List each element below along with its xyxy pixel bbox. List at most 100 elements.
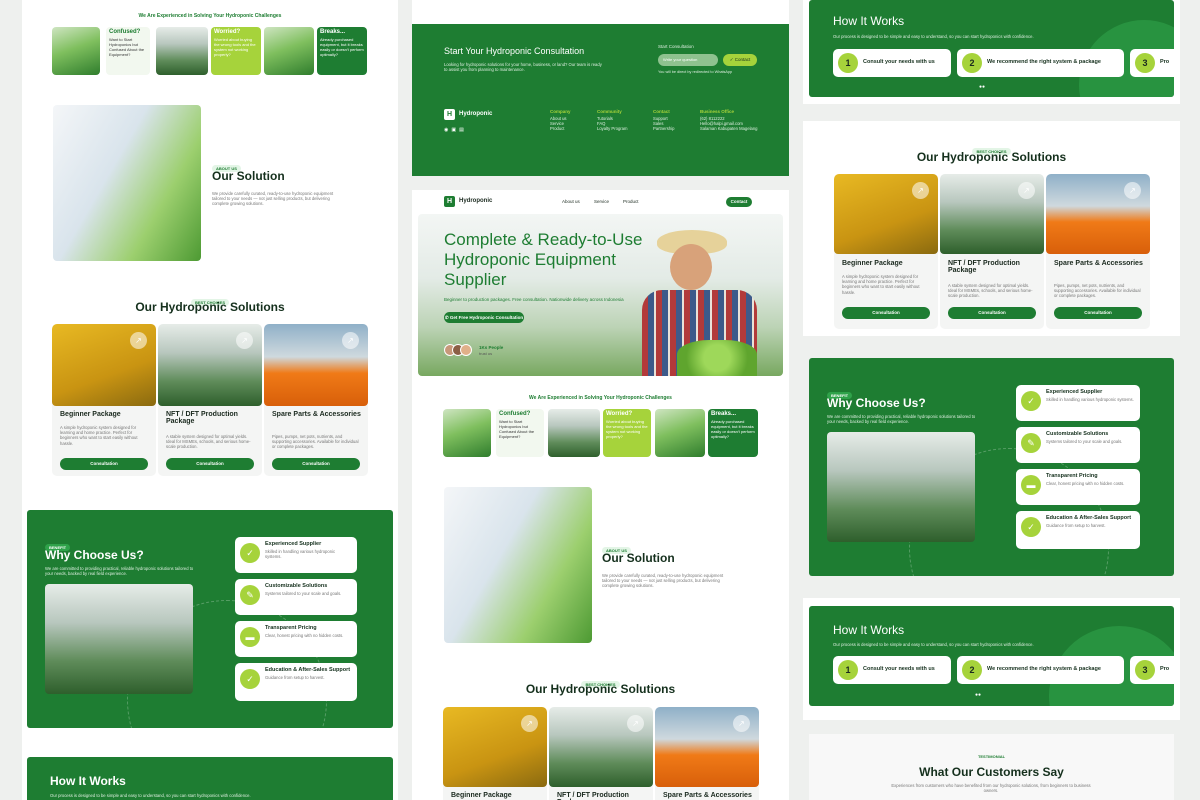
product-card-spare[interactable]: ↗ Spare Parts & Accessories Pipes, pumps… bbox=[264, 324, 368, 476]
arrow-icon[interactable]: ↗ bbox=[733, 715, 750, 732]
product-desc: A stable system designed for optimal yie… bbox=[948, 283, 1033, 299]
nav-contact-button[interactable]: Contact bbox=[726, 197, 752, 207]
logo-icon: H bbox=[444, 196, 455, 207]
question-input[interactable]: Write your question bbox=[658, 54, 718, 66]
farmer-face bbox=[670, 244, 712, 290]
products-title: Our Hydroponic Solutions bbox=[525, 682, 676, 696]
hero-subtitle: Beginner to production packages. Free co… bbox=[444, 297, 624, 302]
product-name: Beginner Package bbox=[842, 260, 903, 267]
plants-photo bbox=[52, 27, 100, 75]
product-desc: A simple hydroponic system designed for … bbox=[842, 274, 920, 295]
step-3: 3 Pro bbox=[1130, 656, 1174, 684]
breaks-card: Breaks... Already purchased equipment, b… bbox=[317, 27, 367, 75]
page-preview-right: How It Works Our process is designed to … bbox=[803, 0, 1180, 800]
product-name: Spare Parts & Accessories bbox=[1054, 260, 1143, 267]
contact-submit-button[interactable]: ✓ Contact bbox=[723, 54, 757, 66]
product-name: NFT / DFT Production Package bbox=[948, 260, 1020, 274]
nav-brand[interactable]: Hydroponic bbox=[459, 198, 492, 204]
challenges-heading: We Are Experienced in Solving Your Hydro… bbox=[529, 395, 672, 401]
nav-service[interactable]: Service bbox=[594, 199, 609, 204]
consultation-button[interactable]: Consultation bbox=[842, 307, 930, 319]
arrow-icon[interactable]: ↗ bbox=[130, 332, 147, 349]
step-1: 1 Consult your needs with us bbox=[833, 49, 951, 77]
footer-link[interactable]: Partnership bbox=[653, 126, 674, 131]
consult-footer-section: Start Your Hydroponic Consultation Looki… bbox=[412, 24, 789, 176]
product-card-spare[interactable]: ↗ Spare Parts & Accessories bbox=[655, 707, 759, 800]
arrow-icon[interactable]: ↗ bbox=[342, 332, 359, 349]
worried-title: Worried? bbox=[214, 29, 241, 35]
page-top-strip bbox=[412, 0, 789, 24]
products-title: Our Hydroponic Solutions bbox=[135, 300, 285, 314]
product-card-nft[interactable]: ↗ NFT / DFT Production Package A stable … bbox=[158, 324, 262, 476]
redirect-note: You will be direct by redirected to What… bbox=[658, 70, 733, 74]
carousel-dots[interactable]: ●● bbox=[975, 692, 981, 698]
plants-photo bbox=[443, 409, 491, 457]
social-icons[interactable]: ◉▣▤ bbox=[444, 127, 467, 133]
arrow-icon[interactable]: ↗ bbox=[236, 332, 253, 349]
product-desc: A simple hydroponic system designed for … bbox=[60, 425, 138, 446]
product-card-nft[interactable]: ↗ NFT / DFT Production Package A stable … bbox=[940, 174, 1044, 329]
product-card-nft[interactable]: ↗ NFT / DFT Production Package bbox=[549, 707, 653, 800]
researchers-photo bbox=[45, 584, 193, 694]
products-title: Our Hydroponic Solutions bbox=[916, 150, 1067, 164]
pencil-icon: ✎ bbox=[240, 585, 260, 605]
product-name: NFT / DFT Production Package bbox=[166, 411, 238, 425]
carousel-dots[interactable]: ●● bbox=[979, 84, 985, 90]
step-2: 2 We recommend the right system & package bbox=[957, 656, 1124, 684]
feature-support: ✓ Education & After-Sales Support Guidance… bbox=[235, 663, 357, 701]
arrow-icon[interactable]: ↗ bbox=[627, 715, 644, 732]
wallet-icon: ▬ bbox=[240, 627, 260, 647]
product-name: NFT / DFT Production Package bbox=[557, 792, 629, 800]
consultation-button[interactable]: Consultation bbox=[272, 458, 360, 470]
why-title: Why Choose Us? bbox=[45, 548, 144, 562]
why-title: Why Choose Us? bbox=[827, 396, 926, 410]
nav-product[interactable]: Product bbox=[623, 199, 639, 204]
how-section-top: How It Works Our process is designed to … bbox=[809, 0, 1174, 97]
how-section-bottom: How It Works Our process is designed to … bbox=[809, 606, 1174, 706]
trust-text: trust us bbox=[479, 351, 493, 356]
footer-brand: Hydroponic bbox=[459, 111, 493, 117]
feature-pricing: ▬ Transparent Pricing Clear, honest pricin… bbox=[235, 621, 357, 657]
consultation-button[interactable]: Consultation bbox=[1054, 307, 1142, 319]
consult-text: Looking for hydroponic solutions for you… bbox=[444, 62, 602, 73]
scientist-photo bbox=[444, 487, 592, 643]
testimonial-section: TESTIMONIAL What Our Customers Say Exper… bbox=[809, 734, 1174, 800]
testimonial-label: TESTIMONIAL bbox=[977, 754, 1006, 759]
product-name: Beginner Package bbox=[60, 411, 121, 418]
consultation-button[interactable]: Consultation bbox=[60, 458, 148, 470]
footer-office: Business Office (62) 8112222 Hello@halpi… bbox=[700, 109, 758, 132]
step-2: 2 We recommend the right system & package bbox=[957, 49, 1124, 77]
product-name: Spare Parts & Accessories bbox=[272, 411, 361, 418]
testimonial-text: Experiences from customers who have bene… bbox=[891, 783, 1091, 794]
product-card-spare[interactable]: ↗ Spare Parts & Accessories Pipes, pumps… bbox=[1046, 174, 1150, 329]
how-title: How It Works bbox=[833, 623, 905, 637]
hero-cta-button[interactable]: ✆ Get Free Hydroponic Consultation bbox=[444, 312, 524, 323]
avatar bbox=[460, 344, 472, 356]
worried-card: Worried? Worried about buying the wrong … bbox=[211, 27, 261, 75]
arrow-icon[interactable]: ↗ bbox=[1018, 182, 1035, 199]
arrow-icon[interactable]: ↗ bbox=[521, 715, 538, 732]
hero-title: Complete & Ready-to-Use Hydroponic Equip… bbox=[444, 230, 643, 289]
how-section: How It Works Our process is designed to … bbox=[27, 757, 393, 800]
footer-link[interactable]: Product bbox=[550, 126, 571, 131]
footer-link[interactable]: Loyalty Program bbox=[597, 126, 628, 131]
feature-experienced: ✓ Experienced Supplier Skilled in handling… bbox=[235, 537, 357, 573]
consultation-button[interactable]: Consultation bbox=[948, 307, 1036, 319]
consultation-button[interactable]: Consultation bbox=[166, 458, 254, 470]
product-card-beginner[interactable]: ↗ Beginner Package bbox=[443, 707, 547, 800]
nav-about[interactable]: About us bbox=[562, 199, 580, 204]
arrow-icon[interactable]: ↗ bbox=[912, 182, 929, 199]
breaks-card: Breaks... Already purchased equipment, b… bbox=[708, 409, 758, 457]
product-card-beginner[interactable]: ↗ Beginner Package A simple hydroponic s… bbox=[52, 324, 156, 476]
consult-title: Start Your Hydroponic Consultation bbox=[444, 46, 585, 56]
feature-customizable: ✎ Customizable Solutions Systems tailored … bbox=[235, 579, 357, 615]
step-1: 1 Consult your needs with us bbox=[833, 656, 951, 684]
arrow-icon[interactable]: ↗ bbox=[1124, 182, 1141, 199]
challenges-heading: We Are Experienced in Solving Your Hydro… bbox=[138, 13, 282, 19]
product-card-beginner[interactable]: ↗ Beginner Package A simple hydroponic s… bbox=[834, 174, 938, 329]
breaks-title: Breaks... bbox=[320, 29, 346, 35]
confused-card: Confused? Want to Start Hydroponics but … bbox=[496, 409, 544, 457]
home-page: H Hydroponic About us Service Product Co… bbox=[412, 190, 789, 800]
shield-icon: ✓ bbox=[1021, 391, 1041, 411]
feature-experienced: ✓ Experienced Supplier Skilled in handling… bbox=[1016, 385, 1140, 421]
